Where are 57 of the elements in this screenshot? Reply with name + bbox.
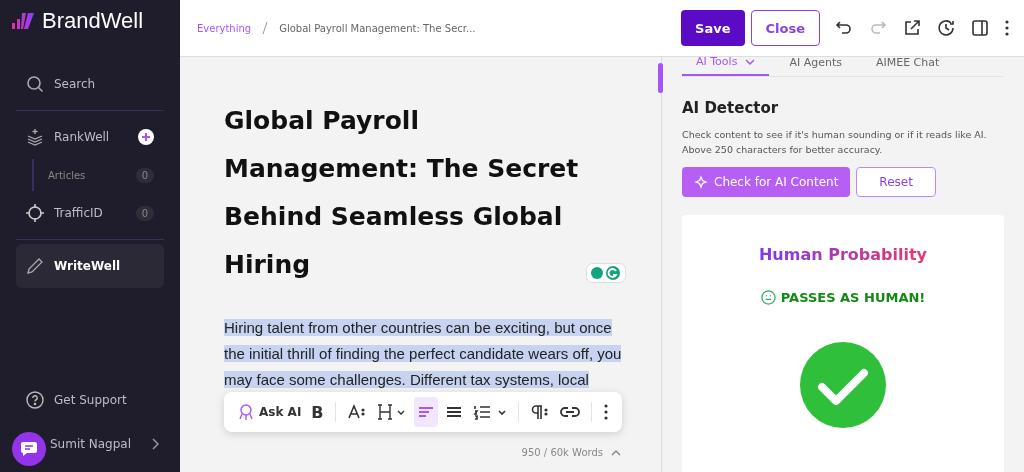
sidebar-item[interactable]: TrafficID 0 [16,191,164,235]
count-badge: 0 [135,167,154,183]
description-text: Check content to see if it's human sounding or if it reads like AI. Above 250 characters for better accuracy. [682,128,988,157]
sidebar-toggle-icon[interactable] [970,18,990,38]
support-link[interactable]: Get Support [16,378,164,422]
verdict-text: PASSES AS HUMAN! [780,290,926,305]
article-paragraph: Hiring talent from other countries can be exciting, but once the initial thrill of finding the perfect candidate wears off, you may face some challenges. Different tax systems, local [224,318,623,390]
ask-ai-button[interactable]: Ask AI [234,397,305,427]
pencil-icon [26,257,44,275]
smiley-icon [760,290,776,305]
sidebar-item[interactable]: Articles 0 [32,159,164,191]
search-icon [26,75,44,93]
brand-name: BrandWell [42,8,144,34]
caret-up-icon[interactable] [611,448,621,457]
grammar-assistant-icon[interactable] [586,263,626,283]
check-circle-icon [799,341,887,429]
font-size-icon [346,403,367,421]
help-icon [26,391,44,409]
sidebar-item[interactable]: WriteWell [16,244,164,288]
chat-button[interactable] [12,432,46,466]
sidebar-item[interactable]: Search [16,62,164,106]
panel-tab[interactable]: AI Agents [775,57,856,76]
numbered-list-icon [472,403,507,421]
breadcrumb-link[interactable]: Everything [197,22,252,34]
breadcrumb-current: Global Payroll Management: The Secr... [279,22,476,34]
panel-tab[interactable]: AIMEE Chat [861,57,954,76]
heading-icon [376,403,407,421]
logo-icon [10,11,36,31]
slash-separator-icon [261,21,270,35]
scroll-thumb[interactable] [658,63,663,93]
chevron-down-icon [745,57,756,66]
bold-button[interactable]: B [308,397,327,427]
chevron-right-icon [151,438,160,450]
user-menu[interactable]: Sumit Nagpal [50,422,164,466]
paragraph-icon [529,403,550,421]
section-heading: AI Detector [682,99,780,117]
panel-tab[interactable]: AI Tools [682,57,770,76]
plus-icon[interactable] [138,129,154,145]
history-icon[interactable] [936,18,956,38]
external-link-icon[interactable] [902,18,922,38]
count-badge: 0 [135,205,154,221]
result-title: Human Probability [758,245,928,264]
chat-bubble-icon [20,441,38,457]
close-button[interactable]: Close [750,10,820,46]
more-icon[interactable] [1004,18,1010,38]
layers-icon [26,128,44,146]
more-icon [602,403,609,421]
check-ai-button[interactable]: Check for AI Content [682,167,851,197]
crosshair-icon [26,204,44,222]
reset-button[interactable]: Reset [856,167,936,197]
word-count: 950 / 60k Words [521,447,603,458]
octopus-icon [237,403,255,421]
sparkle-icon [694,175,708,189]
sidebar-item[interactable]: RankWell [16,115,164,159]
article-title: Global Payroll Management: The Secret Behind Seamless Global Hiring [224,105,580,281]
align-left-button[interactable] [413,397,438,427]
save-button[interactable]: Save [681,10,745,46]
